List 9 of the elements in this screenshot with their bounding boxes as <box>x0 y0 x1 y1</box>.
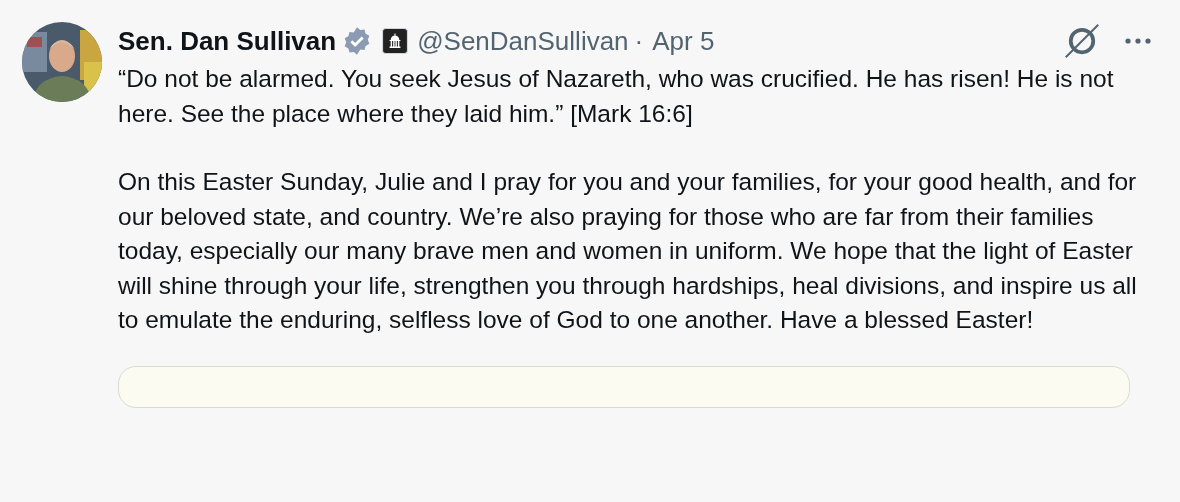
post-text: “Do not be alarmed. You seek Jesus of Nazareth, who was crucified. He has risen! He is not here. See the place where they laid him.” [Mark 16:6] <box>118 64 1115 129</box>
separator-dot: · <box>634 25 644 57</box>
author-handle[interactable]: @SenDanSullivan <box>417 25 629 57</box>
post-date[interactable]: Apr 5 <box>652 25 715 57</box>
more-icon[interactable] <box>1124 36 1152 46</box>
slashed-circle-icon[interactable] <box>1062 21 1102 61</box>
building-icon <box>382 28 409 54</box>
post-text: On this Easter Sunday, Julie and I pray for you and your families, for your good health, and for our beloved state, and country. We’re also praying for those who are far from their families today, especially our many brave men and women in uniform. We hope that the light of Easter will shine through your life, strengthen you through hardships, heal divisions, and inspire us all to emulate the enduring, selfless love of God to one another. Have a blessed Easter! <box>118 167 1138 335</box>
author-name[interactable]: Sen. Dan Sullivan <box>118 25 337 57</box>
